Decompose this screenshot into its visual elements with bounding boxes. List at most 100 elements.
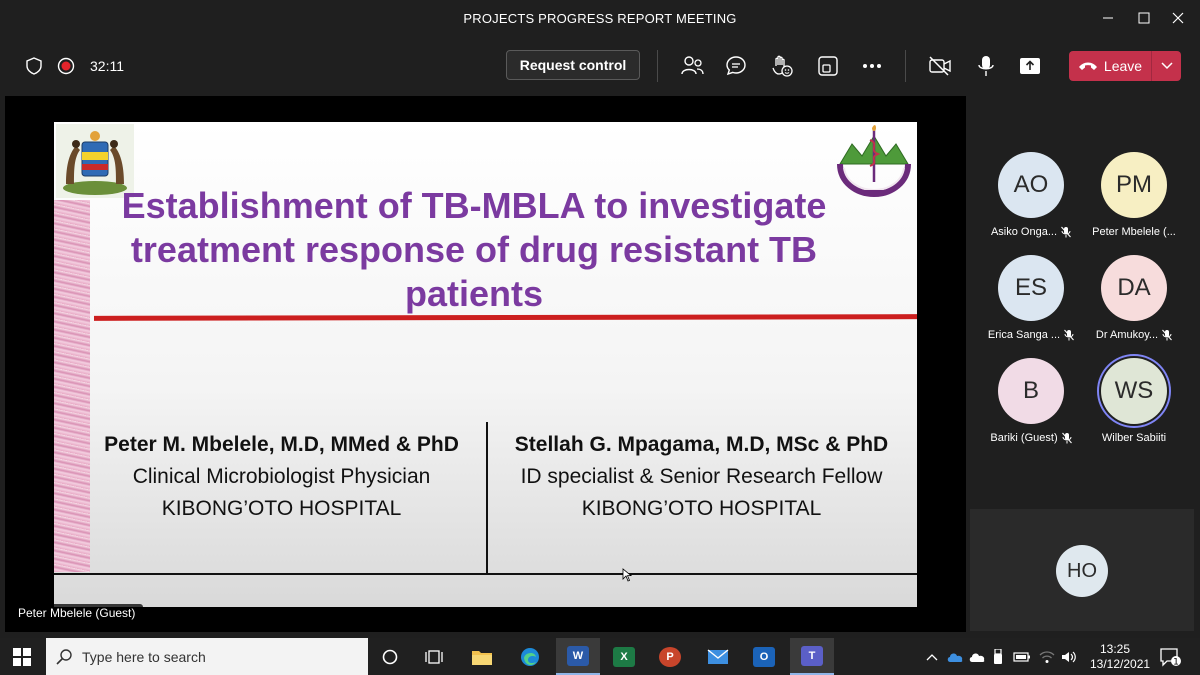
more-icon bbox=[863, 64, 881, 68]
presenter-right-name: Stellah G. Mpagama, M.D, MSc & PhD bbox=[514, 433, 889, 456]
breakout-rooms-icon bbox=[818, 56, 838, 76]
window-title: PROJECTS PROGRESS REPORT MEETING bbox=[463, 11, 737, 26]
mic-off-icon bbox=[1061, 432, 1072, 444]
taskbar-clock[interactable]: 13:25 13/12/2021 bbox=[1090, 642, 1151, 672]
show-hidden-icons-button[interactable] bbox=[922, 638, 942, 675]
column-divider bbox=[486, 422, 488, 574]
taskbar-word[interactable]: W bbox=[556, 638, 600, 675]
battery-icon bbox=[1013, 651, 1030, 662]
search-placeholder: Type here to search bbox=[82, 648, 206, 665]
recording-icon bbox=[56, 56, 76, 76]
mic-off-icon bbox=[1061, 226, 1071, 238]
chevron-down-icon bbox=[1160, 62, 1173, 70]
presenter-left-org: KIBONG’OTO HOSPITAL bbox=[161, 497, 402, 520]
taskbar-powerpoint[interactable]: P bbox=[648, 638, 692, 675]
participant-name-row: Dr Amukoy... bbox=[1083, 329, 1185, 341]
task-view-button[interactable] bbox=[412, 638, 456, 675]
presenter-left-role: Clinical Microbiologist Physician bbox=[132, 465, 431, 488]
start-button[interactable] bbox=[0, 638, 44, 675]
close-button[interactable] bbox=[1156, 0, 1200, 36]
mic-off-icon bbox=[1064, 329, 1074, 341]
participant-name: Wilber Sabiiti bbox=[1101, 432, 1167, 444]
cloud-icon bbox=[947, 652, 963, 662]
participant-tile[interactable]: WS Wilber Sabiiti bbox=[1083, 358, 1185, 444]
onedrive-personal-tray-icon[interactable] bbox=[966, 638, 988, 675]
usb-tray-icon[interactable] bbox=[988, 638, 1008, 675]
people-icon bbox=[681, 56, 704, 75]
presenter-left-name: Peter M. Mbelele, M.D, MMed & PhD bbox=[104, 433, 459, 456]
participant-tile[interactable]: DA Dr Amukoy... bbox=[1083, 255, 1185, 341]
speaker-icon bbox=[1062, 651, 1076, 662]
avatar: AO bbox=[998, 152, 1064, 218]
task-view-icon bbox=[425, 649, 443, 664]
wifi-tray-icon[interactable] bbox=[1036, 638, 1058, 675]
participant-name-row: Bariki (Guest) bbox=[980, 432, 1082, 444]
shield-icon[interactable] bbox=[24, 56, 44, 76]
share-screen-icon bbox=[1020, 58, 1040, 74]
minimize-icon bbox=[1103, 17, 1113, 19]
participant-name-row: Erica Sanga ... bbox=[980, 329, 1082, 341]
participant-tile[interactable]: B Bariki (Guest) bbox=[980, 358, 1082, 444]
avatar: ES bbox=[998, 255, 1064, 321]
clock-time: 13:25 bbox=[1099, 642, 1131, 656]
microphone-button[interactable] bbox=[972, 52, 1000, 80]
taskbar-outlook[interactable]: O bbox=[742, 638, 786, 675]
title-underline bbox=[93, 314, 917, 321]
participant-name-row: Wilber Sabiiti bbox=[1083, 432, 1185, 444]
participant-tile[interactable]: PM Peter Mbelele (... bbox=[1083, 152, 1185, 238]
participant-name: Bariki (Guest) bbox=[990, 432, 1058, 444]
slide-title: Establishment of TB-MBLA to investigate … bbox=[121, 185, 827, 314]
avatar: B bbox=[998, 358, 1064, 424]
share-button[interactable] bbox=[1016, 52, 1044, 80]
toolbar-divider bbox=[657, 50, 658, 82]
taskbar-mail[interactable] bbox=[696, 638, 740, 675]
nimr-logo bbox=[834, 124, 914, 200]
camera-button[interactable] bbox=[926, 52, 954, 80]
request-control-button[interactable]: Request control bbox=[506, 50, 640, 80]
notification-count: 1 bbox=[1173, 657, 1179, 667]
battery-tray-icon[interactable] bbox=[1010, 638, 1034, 675]
taskbar-excel[interactable]: X bbox=[602, 638, 646, 675]
raise-hand-icon bbox=[772, 55, 793, 77]
taskbar-edge[interactable] bbox=[508, 638, 552, 675]
participant-tile[interactable]: AO Asiko Onga... bbox=[980, 152, 1082, 238]
notification-icon: 1 bbox=[1160, 647, 1181, 667]
rooms-button[interactable] bbox=[814, 52, 842, 80]
cortana-button[interactable] bbox=[368, 638, 412, 675]
mail-icon bbox=[707, 648, 729, 664]
presenter-right-org: KIBONG’OTO HOSPITAL bbox=[581, 497, 822, 520]
avatar: DA bbox=[1101, 255, 1167, 321]
volume-tray-icon[interactable] bbox=[1058, 638, 1080, 675]
edge-icon bbox=[521, 647, 539, 666]
chat-button[interactable] bbox=[722, 52, 750, 80]
leave-main[interactable]: Leave bbox=[1069, 51, 1151, 81]
participant-name: Dr Amukoy... bbox=[1095, 329, 1159, 341]
presentation-slide: Establishment of TB-MBLA to investigate … bbox=[54, 122, 917, 607]
toolbar-divider bbox=[905, 50, 906, 82]
taskbar-search[interactable]: Type here to search bbox=[46, 638, 368, 675]
taskbar-teams[interactable]: T bbox=[790, 638, 834, 675]
title-bar: PROJECTS PROGRESS REPORT MEETING bbox=[0, 0, 1200, 38]
leave-label: Leave bbox=[1103, 58, 1143, 74]
onedrive-tray-icon[interactable] bbox=[944, 638, 966, 675]
avatar: WS bbox=[1101, 358, 1167, 424]
participants-button[interactable] bbox=[678, 52, 706, 80]
notifications-button[interactable]: 1 bbox=[1156, 638, 1184, 675]
mic-off-icon bbox=[1162, 329, 1172, 341]
participant-tile[interactable]: ES Erica Sanga ... bbox=[980, 255, 1082, 341]
cortana-icon bbox=[382, 649, 398, 664]
more-actions-button[interactable] bbox=[858, 52, 886, 80]
presenter-left: Peter M. Mbelele, M.D, MMed & PhD Clinic… bbox=[84, 429, 479, 525]
teams-icon: T bbox=[801, 645, 823, 666]
leave-options-button[interactable] bbox=[1152, 51, 1181, 81]
taskbar-file-explorer[interactable] bbox=[460, 638, 504, 675]
footer-rule bbox=[54, 573, 917, 575]
meeting-toolbar: 32:11 Request control Leave bbox=[0, 38, 1200, 94]
folder-icon bbox=[472, 650, 492, 665]
mouse-cursor-icon bbox=[622, 568, 632, 582]
reactions-button[interactable] bbox=[768, 52, 796, 80]
powerpoint-icon: P bbox=[659, 646, 681, 667]
outlook-icon: O bbox=[753, 646, 775, 667]
clock-date: 13/12/2021 bbox=[1090, 657, 1151, 671]
leave-button[interactable]: Leave bbox=[1069, 51, 1181, 81]
